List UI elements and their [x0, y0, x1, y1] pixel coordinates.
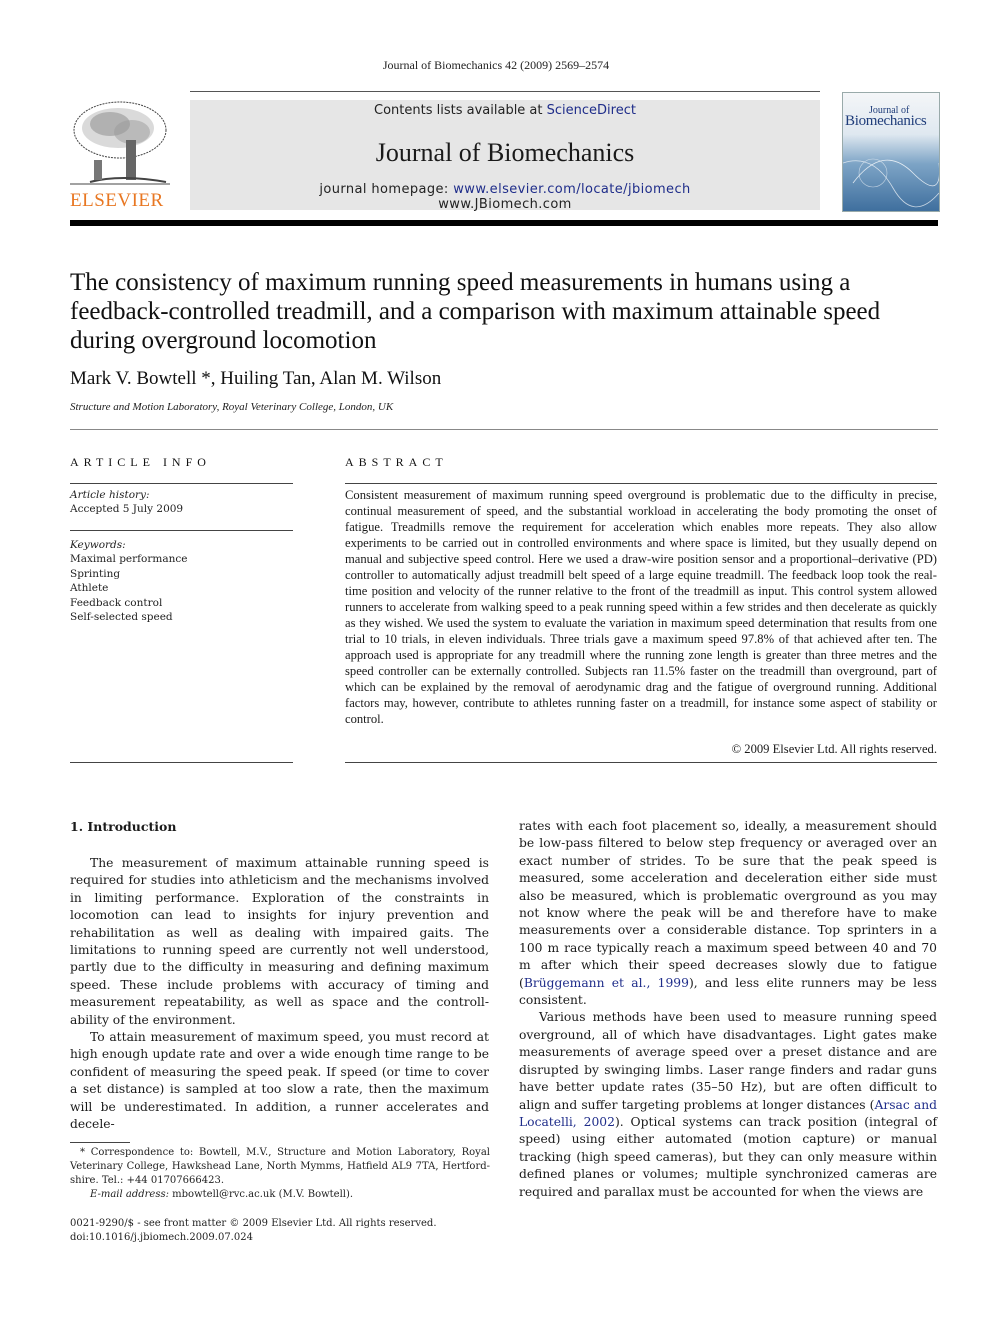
homepage-link[interactable]: www.elsevier.com/locate/jbiomech [453, 182, 690, 197]
history-label: Article history: [70, 489, 150, 501]
doi[interactable]: doi:10.1016/j.jbiomech.2009.07.024 [70, 1231, 437, 1245]
keywords-label: Keywords: [70, 539, 126, 551]
abstract-divider [345, 483, 937, 484]
paragraph: rates with each foot placement so, ideal… [519, 818, 937, 1009]
section-heading-introduction: 1. Introduction [70, 819, 177, 834]
journal-cover-thumbnail[interactable]: Journal of Biomechanics [842, 92, 940, 212]
elsevier-logo[interactable]: ELSEVIER [70, 100, 170, 212]
cover-art-icon [843, 158, 939, 208]
front-matter: 0021-9290/$ - see front matter © 2009 El… [70, 1217, 437, 1245]
article-title: The consistency of maximum running speed… [70, 269, 881, 354]
citation-link[interactable]: Brüggemann et al., 1999 [524, 976, 689, 990]
journal-banner: Contents lists available at ScienceDirec… [190, 100, 820, 212]
correspondence-text: * Correspondence to: Bowtell, M.V., Stru… [70, 1147, 490, 1186]
paragraph-text: rates with each foot placement so, ideal… [519, 819, 937, 990]
left-column-body: The measurement of maximum attainable ru… [70, 855, 489, 1134]
keyword: Sprinting [70, 567, 121, 580]
author-list: Mark V. Bowtell *, Huiling Tan, Alan M. … [70, 368, 442, 389]
keyword: Feedback control [70, 596, 163, 609]
abstract-bottom-divider [345, 762, 937, 763]
contents-line: Contents lists available at ScienceDirec… [190, 103, 820, 118]
email-value[interactable]: mbowtell@rvc.ac.uk (M.V. Bowtell). [169, 1189, 353, 1200]
jbiomech-link[interactable]: www.JBiomech.com [438, 197, 572, 212]
homepage-line: journal homepage: www.elsevier.com/locat… [190, 182, 820, 212]
abstract-heading: ABSTRACT [345, 455, 448, 469]
abstract-copyright: © 2009 Elsevier Ltd. All rights reserved… [731, 742, 937, 756]
sciencedirect-link[interactable]: ScienceDirect [547, 103, 636, 118]
front-matter-text: 0021-9290/$ - see front matter © 2009 El… [70, 1218, 437, 1229]
keyword: Athlete [70, 582, 109, 595]
article-info-divider [70, 483, 293, 484]
history-divider [70, 530, 293, 531]
correspondence-footnote: * Correspondence to: Bowtell, M.V., Stru… [70, 1146, 490, 1202]
contents-prefix: Contents lists available at [374, 103, 547, 118]
paragraph: Various methods have been used to measur… [519, 1009, 937, 1200]
paragraph-text: Various methods have been used to measur… [519, 1010, 937, 1112]
article-info-bottom-divider [70, 762, 293, 763]
elsevier-wordmark: ELSEVIER [70, 190, 164, 211]
article-history: Article history: Accepted 5 July 2009 [70, 488, 183, 517]
affiliation: Structure and Motion Laboratory, Royal V… [70, 401, 394, 413]
paragraph: The measurement of maximum attainable ru… [70, 856, 489, 1027]
history-value: Accepted 5 July 2009 [70, 503, 184, 516]
masthead-bottom-rule [70, 220, 938, 226]
abstract-text: Consistent measurement of maximum runnin… [345, 488, 937, 726]
masthead-top-rule [190, 91, 820, 92]
paragraph: To attain measurement of maximum speed, … [70, 1030, 489, 1132]
right-column-body: rates with each foot placement so, ideal… [519, 818, 937, 1201]
header-divider [70, 429, 938, 430]
tree-icon [70, 101, 170, 185]
email-label: E-mail address: [90, 1189, 169, 1200]
keyword: Self-selected speed [70, 611, 173, 624]
keyword: Maximal performance [70, 553, 188, 566]
keywords-block: Keywords: Maximal performance Sprinting … [70, 538, 187, 624]
article-info-heading: ARTICLE INFO [70, 455, 211, 469]
journal-title: Journal of Biomechanics [375, 138, 635, 167]
footnote-rule [70, 1142, 130, 1143]
running-head: Journal of Biomechanics 42 (2009) 2569–2… [382, 58, 610, 72]
email-line: E-mail address: mbowtell@rvc.ac.uk (M.V.… [70, 1188, 490, 1202]
homepage-prefix: journal homepage: [319, 182, 454, 197]
